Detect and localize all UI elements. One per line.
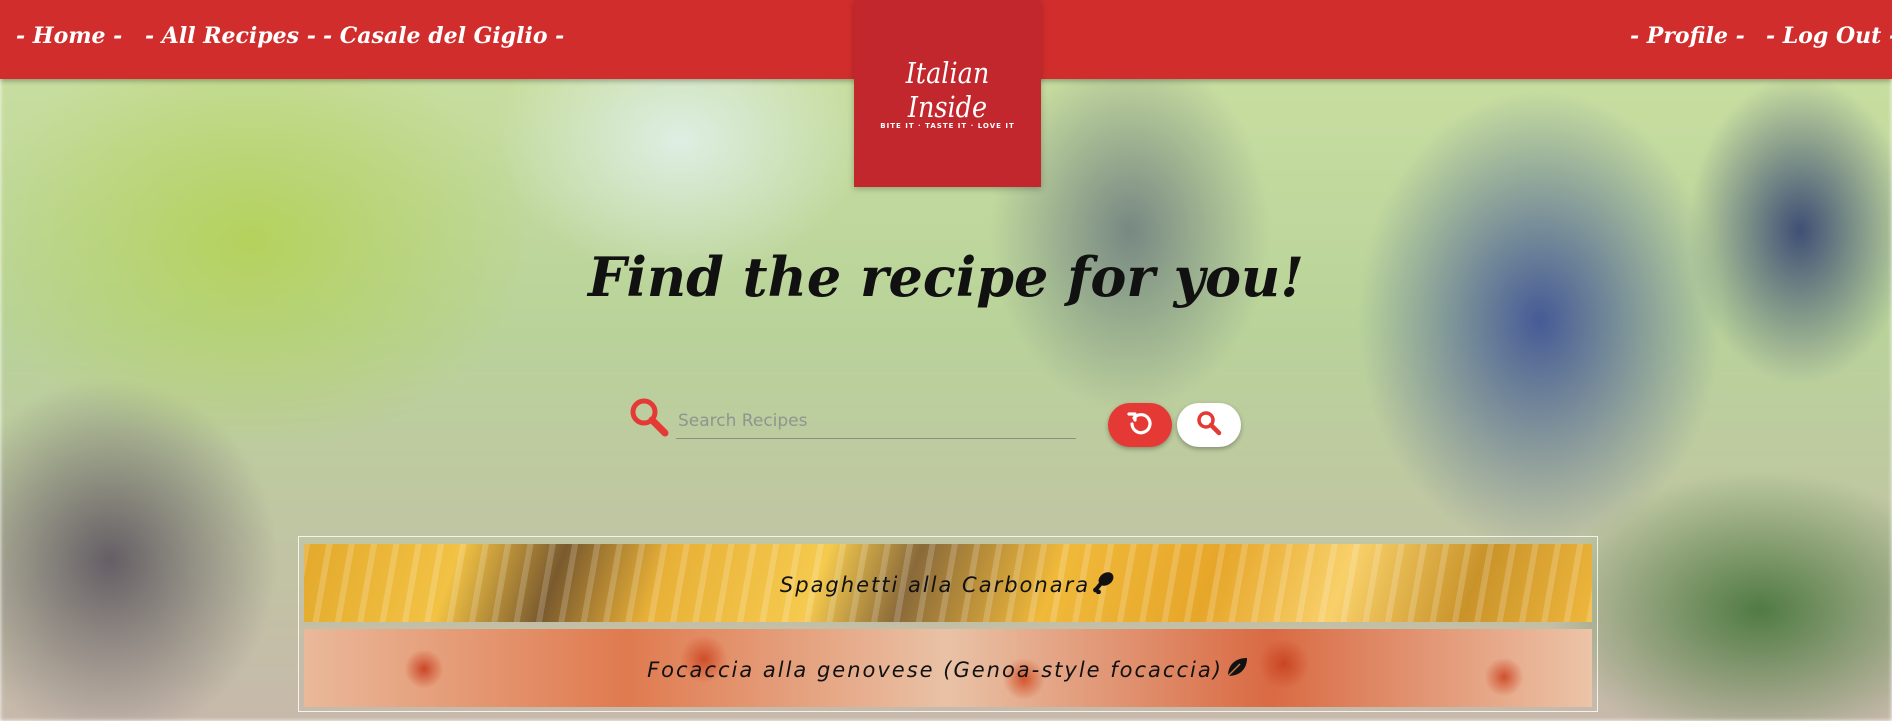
search-icon	[628, 396, 670, 442]
search-icon	[1196, 410, 1222, 440]
reset-search-button[interactable]	[1108, 403, 1172, 447]
nav-all-recipes-link[interactable]: - All Recipes -	[145, 23, 316, 49]
search-input[interactable]	[676, 404, 1076, 439]
logo-tagline: BITE IT · TASTE IT · LOVE IT	[880, 122, 1015, 130]
reset-icon	[1126, 409, 1154, 441]
nav-logout-link[interactable]: - Log Out -	[1766, 23, 1892, 49]
recipe-title: Spaghetti alla Carbonara	[779, 573, 1091, 597]
recipe-results-list: Spaghetti alla Carbonara Focaccia alla g…	[298, 536, 1598, 712]
nav-home-link[interactable]: - Home -	[16, 23, 122, 49]
recipe-title: Focaccia alla genovese (Genoa-style foca…	[647, 658, 1223, 682]
recipe-card[interactable]: Focaccia alla genovese (Genoa-style foca…	[304, 629, 1592, 707]
nav-profile-link[interactable]: - Profile -	[1630, 23, 1745, 49]
search-button[interactable]	[1177, 403, 1241, 447]
leaf-icon	[1225, 655, 1249, 684]
recipe-card[interactable]: Spaghetti alla Carbonara	[304, 544, 1592, 622]
nav-casale-del-giglio-link[interactable]: - Casale del Giglio -	[323, 23, 564, 49]
meat-drumstick-icon	[1092, 570, 1116, 599]
brand-logo[interactable]: Italian Inside BITE IT · TASTE IT · LOVE…	[854, 0, 1041, 187]
page-title: Find the recipe for you!	[587, 245, 1304, 309]
logo-title: Italian Inside	[905, 56, 990, 124]
